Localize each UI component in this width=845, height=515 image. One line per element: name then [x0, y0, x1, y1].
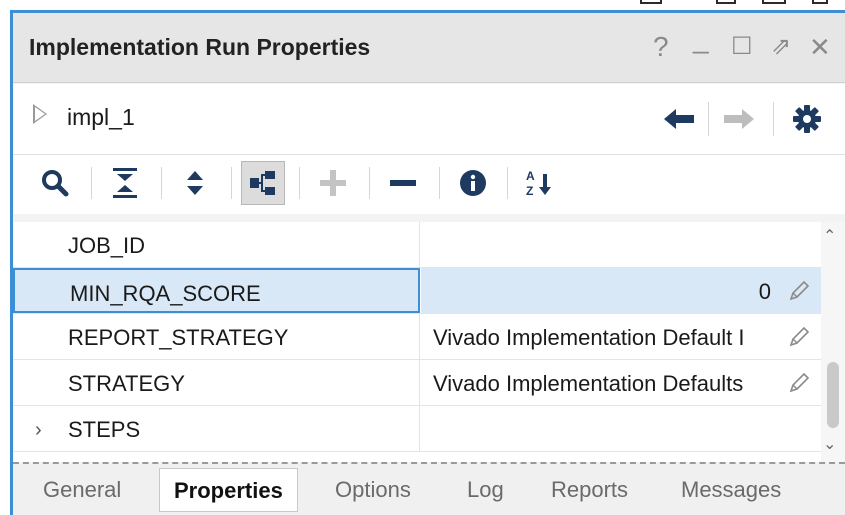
properties-panel: Implementation Run Properties ? _ ☐ ⇗ ✕ … [10, 10, 845, 515]
property-name: REPORT_STRATEGY [68, 325, 289, 350]
collapse-all-icon[interactable] [103, 161, 147, 205]
remove-icon[interactable] [381, 161, 425, 205]
tab-general[interactable]: General [29, 468, 135, 512]
table-row[interactable]: STRATEGY Vivado Implementation Defaults [13, 360, 821, 406]
property-value-cell[interactable]: 0 [421, 268, 821, 313]
fragment-icon [762, 0, 786, 4]
separator [708, 102, 709, 136]
separator [773, 102, 774, 136]
property-name-cell: MIN_RQA_SCORE [13, 268, 420, 313]
run-name: impl_1 [67, 104, 135, 130]
minimize-icon[interactable]: _ [693, 19, 709, 59]
tab-messages[interactable]: Messages [667, 468, 795, 512]
add-icon[interactable] [311, 161, 355, 205]
property-name-cell: STRATEGY [13, 360, 420, 405]
forward-arrow-icon[interactable] [721, 101, 757, 137]
separator [91, 167, 92, 199]
info-icon[interactable] [451, 161, 495, 205]
separator [231, 167, 232, 199]
table-row[interactable]: REPORT_STRATEGY Vivado Implementation De… [13, 314, 821, 360]
back-arrow-icon[interactable] [661, 101, 697, 137]
tab-bar: General Properties Options Log Reports M… [13, 464, 845, 515]
tab-reports[interactable]: Reports [537, 468, 642, 512]
sort-glyph-top: A [526, 169, 535, 183]
separator [369, 167, 370, 199]
tab-properties[interactable]: Properties [159, 468, 298, 512]
separator [161, 167, 162, 199]
panel-title: Implementation Run Properties [29, 34, 371, 60]
panel-title-bar: Implementation Run Properties ? _ ☐ ⇗ ✕ [13, 13, 845, 83]
edit-pencil-icon[interactable] [787, 371, 811, 395]
object-header: impl_1 [13, 84, 845, 154]
property-value-cell[interactable]: Vivado Implementation Defaults [421, 360, 821, 405]
scroll-up-icon[interactable]: ⌃ [823, 226, 836, 246]
scroll-down-icon[interactable]: ⌄ [823, 434, 836, 454]
fragment-icon [640, 0, 662, 4]
top-window-fragment [0, 0, 845, 10]
properties-table: JOB_ID MIN_RQA_SCORE 0 REPORT_STRATEGY V… [13, 222, 821, 462]
edit-pencil-icon[interactable] [787, 325, 811, 349]
gear-icon[interactable] [789, 101, 825, 137]
table-row[interactable]: › STEPS [13, 406, 821, 452]
property-value-cell[interactable]: Vivado Implementation Default I [421, 314, 821, 359]
table-row-selected[interactable]: MIN_RQA_SCORE 0 [13, 268, 821, 314]
tab-options[interactable]: Options [321, 468, 425, 512]
property-name: JOB_ID [68, 233, 146, 258]
sort-alpha-icon[interactable]: A Z [517, 161, 561, 205]
property-name: STRATEGY [68, 371, 185, 396]
separator [299, 167, 300, 199]
expand-all-icon[interactable] [173, 161, 217, 205]
property-value-cell[interactable] [421, 222, 821, 267]
property-value: 0 [758, 279, 771, 304]
table-row[interactable]: JOB_ID [13, 222, 821, 268]
separator [507, 167, 508, 199]
property-value: Vivado Implementation Default I [433, 325, 745, 350]
vertical-scrollbar[interactable]: ⌃ ⌄ [821, 222, 845, 462]
property-name: STEPS [68, 417, 141, 442]
property-name-cell: REPORT_STRATEGY [13, 314, 420, 359]
close-icon[interactable]: ✕ [809, 27, 831, 67]
expand-chevron-icon[interactable]: › [35, 419, 42, 442]
property-name-cell: › STEPS [13, 406, 420, 451]
property-name: MIN_RQA_SCORE [70, 281, 261, 306]
restore-icon[interactable]: ⇗ [771, 27, 791, 67]
sort-glyph-bottom: Z [526, 184, 533, 198]
fragment-icon [812, 0, 828, 4]
search-icon[interactable] [33, 161, 77, 205]
separator [439, 167, 440, 199]
fragment-icon [716, 0, 736, 4]
properties-toolbar: A Z [13, 154, 845, 214]
tab-log[interactable]: Log [453, 468, 518, 512]
help-icon[interactable]: ? [653, 27, 669, 67]
property-value: Vivado Implementation Defaults [433, 371, 744, 396]
maximize-icon[interactable]: ☐ [731, 27, 753, 67]
expand-triangle-icon[interactable] [33, 104, 47, 124]
edit-pencil-icon[interactable] [787, 279, 811, 303]
property-name-cell: JOB_ID [13, 222, 420, 267]
scroll-thumb[interactable] [827, 362, 839, 428]
group-tree-icon[interactable] [241, 161, 285, 205]
property-value-cell [421, 406, 821, 451]
